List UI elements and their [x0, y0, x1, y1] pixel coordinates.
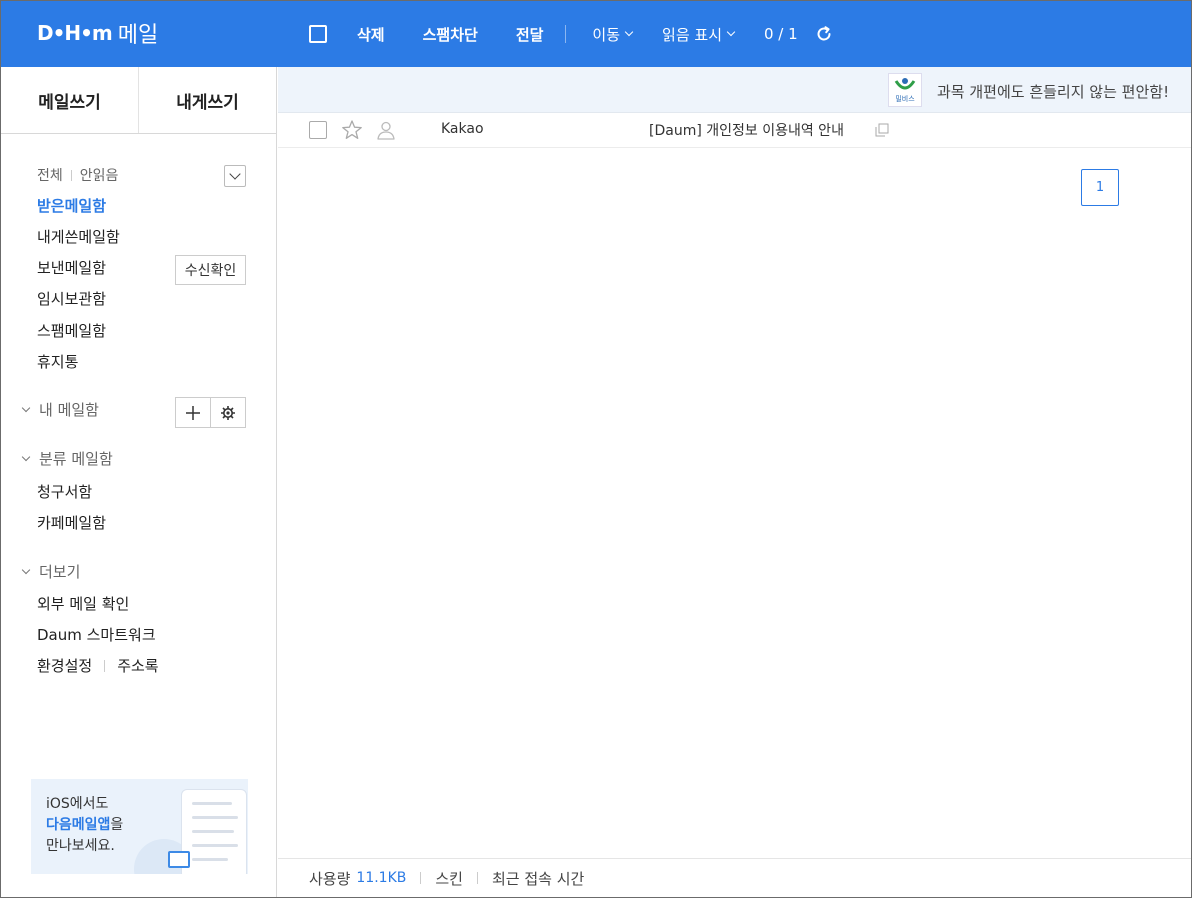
open-new-window-icon[interactable]	[875, 123, 889, 137]
compose-area: 메일쓰기 내게쓰기	[1, 67, 276, 134]
mail-app: D•H•m 메일 삭제 스팸차단 전달 이동 읽음 표시 0 / 1 메일쓰기 …	[0, 0, 1192, 898]
daum-mail-logo[interactable]: D•H•m 메일	[37, 18, 158, 48]
ad-banner[interactable]: 밀비스 과목 개편에도 흔들리지 않는 편안함!	[278, 67, 1191, 113]
footer-divider	[420, 872, 422, 884]
sidebar-item-external-mail[interactable]: 외부 메일 확인	[37, 593, 129, 614]
chevron-down-icon	[624, 27, 634, 37]
mail-list-area: 밀비스 과목 개편에도 흔들리지 않는 편안함! Kakao [Daum] 개인…	[278, 67, 1191, 897]
mail-envelope-icon	[168, 851, 190, 868]
star-icon[interactable]	[341, 119, 363, 141]
chevron-down-icon	[21, 452, 31, 462]
usage-label: 사용량	[309, 869, 351, 888]
sidebar-item-inbox[interactable]: 받은메일함	[37, 195, 106, 216]
sidebar-item-smartwork[interactable]: Daum 스마트워크	[37, 624, 156, 645]
more-title: 더보기	[39, 563, 81, 581]
block-spam-button[interactable]: 스팸차단	[423, 24, 478, 45]
sidebar-item-to-self[interactable]: 내게쓴메일함	[37, 226, 120, 247]
sidebar-item-trash[interactable]: 휴지통	[37, 351, 78, 372]
selection-count: 0 / 1	[764, 25, 798, 43]
settings-links: 환경설정 주소록	[37, 655, 159, 676]
filter-divider	[70, 169, 72, 181]
settings-link[interactable]: 환경설정	[37, 655, 92, 676]
write-mail-button[interactable]: 메일쓰기	[1, 67, 138, 133]
toolbar-divider	[565, 25, 567, 43]
mark-read-label: 읽음 표시	[662, 25, 722, 44]
categories-header[interactable]: 분류 메일함	[21, 448, 113, 469]
move-dropdown[interactable]: 이동	[592, 24, 634, 45]
refresh-icon[interactable]	[814, 24, 834, 44]
promo-highlight: 다음메일앱	[46, 817, 111, 833]
daum-logo-mark: D•H•m	[37, 21, 113, 45]
address-book-link[interactable]: 주소록	[117, 655, 158, 676]
plus-icon	[186, 405, 200, 420]
gear-icon	[221, 405, 235, 420]
promo-suffix: 을	[110, 817, 124, 833]
top-bar: D•H•m 메일 삭제 스팸차단 전달 이동 읽음 표시 0 / 1	[1, 1, 1191, 67]
page-number-button[interactable]: 1	[1081, 169, 1119, 206]
sidebar-item-sent[interactable]: 보낸메일함	[37, 257, 106, 278]
phone-illustration	[181, 789, 247, 874]
more-header[interactable]: 더보기	[21, 561, 81, 582]
filter-all[interactable]: 전체	[37, 165, 63, 185]
promo-text: iOS에서도 다음메일앱을 만나보세요.	[46, 794, 123, 857]
mailbox-settings-button[interactable]	[210, 398, 245, 427]
footer-divider	[476, 872, 478, 884]
link-divider	[104, 659, 106, 672]
mail-logo-text: 메일	[117, 23, 159, 48]
mark-read-dropdown[interactable]: 읽음 표시	[662, 24, 736, 45]
mail-filter: 전체 안읽음	[37, 165, 118, 185]
select-all-checkbox[interactable]	[309, 25, 327, 43]
ad-text: 과목 개편에도 흔들리지 않는 편안함!	[937, 83, 1170, 101]
mail-sender[interactable]: Kakao	[441, 121, 484, 137]
ad-logo: 밀비스	[888, 73, 922, 107]
filter-unread[interactable]: 안읽음	[80, 165, 119, 185]
categories-title: 분류 메일함	[39, 450, 113, 468]
person-icon[interactable]	[375, 119, 397, 141]
sidebar-item-drafts[interactable]: 임시보관함	[37, 288, 106, 309]
chevron-down-icon	[21, 403, 31, 413]
sidebar-item-spam[interactable]: 스팸메일함	[37, 320, 106, 341]
ad-brand-icon	[894, 77, 916, 89]
write-to-self-button[interactable]: 내게쓰기	[138, 67, 276, 133]
mail-row[interactable]: Kakao [Daum] 개인정보 이용내역 안내	[278, 113, 1191, 148]
skin-link[interactable]: 스킨	[435, 868, 463, 889]
usage-value: 11.1KB	[356, 870, 407, 886]
delete-button[interactable]: 삭제	[357, 24, 385, 45]
promo-line-2: 다음메일앱을	[46, 815, 123, 836]
chevron-down-icon	[726, 27, 736, 37]
sidebar-item-bills[interactable]: 청구서함	[37, 481, 92, 502]
move-label: 이동	[592, 25, 621, 44]
promo-line-3: 만나보세요.	[46, 838, 115, 854]
ad-logo-label: 밀비스	[895, 94, 915, 103]
sidebar-item-cafe[interactable]: 카페메일함	[37, 512, 106, 533]
mail-toolbar: 삭제 스팸차단 전달 이동 읽음 표시 0 / 1	[309, 19, 834, 49]
mail-checkbox[interactable]	[309, 121, 327, 139]
ios-app-promo[interactable]: iOS에서도 다음메일앱을 만나보세요.	[31, 779, 248, 874]
my-mailboxes-tools	[175, 397, 246, 428]
chevron-down-icon	[21, 565, 31, 575]
my-mailboxes-header[interactable]: 내 메일함	[21, 399, 99, 420]
folder-toggle-chevron-icon[interactable]	[224, 165, 246, 187]
footer: 사용량 11.1KB 스킨 최근 접속 시간	[278, 858, 1191, 897]
sidebar: 메일쓰기 내게쓰기 전체 안읽음 받은메일함 내게쓴메일함 보낸메일함 수신확인…	[1, 67, 277, 897]
read-receipt-button[interactable]: 수신확인	[175, 255, 246, 285]
last-login-link[interactable]: 최근 접속 시간	[492, 868, 584, 889]
add-mailbox-button[interactable]	[176, 398, 210, 427]
mail-subject[interactable]: [Daum] 개인정보 이용내역 안내	[649, 120, 844, 140]
promo-line-1: iOS에서도	[46, 796, 109, 812]
forward-button[interactable]: 전달	[516, 24, 544, 45]
my-mailboxes-title: 내 메일함	[39, 401, 99, 419]
